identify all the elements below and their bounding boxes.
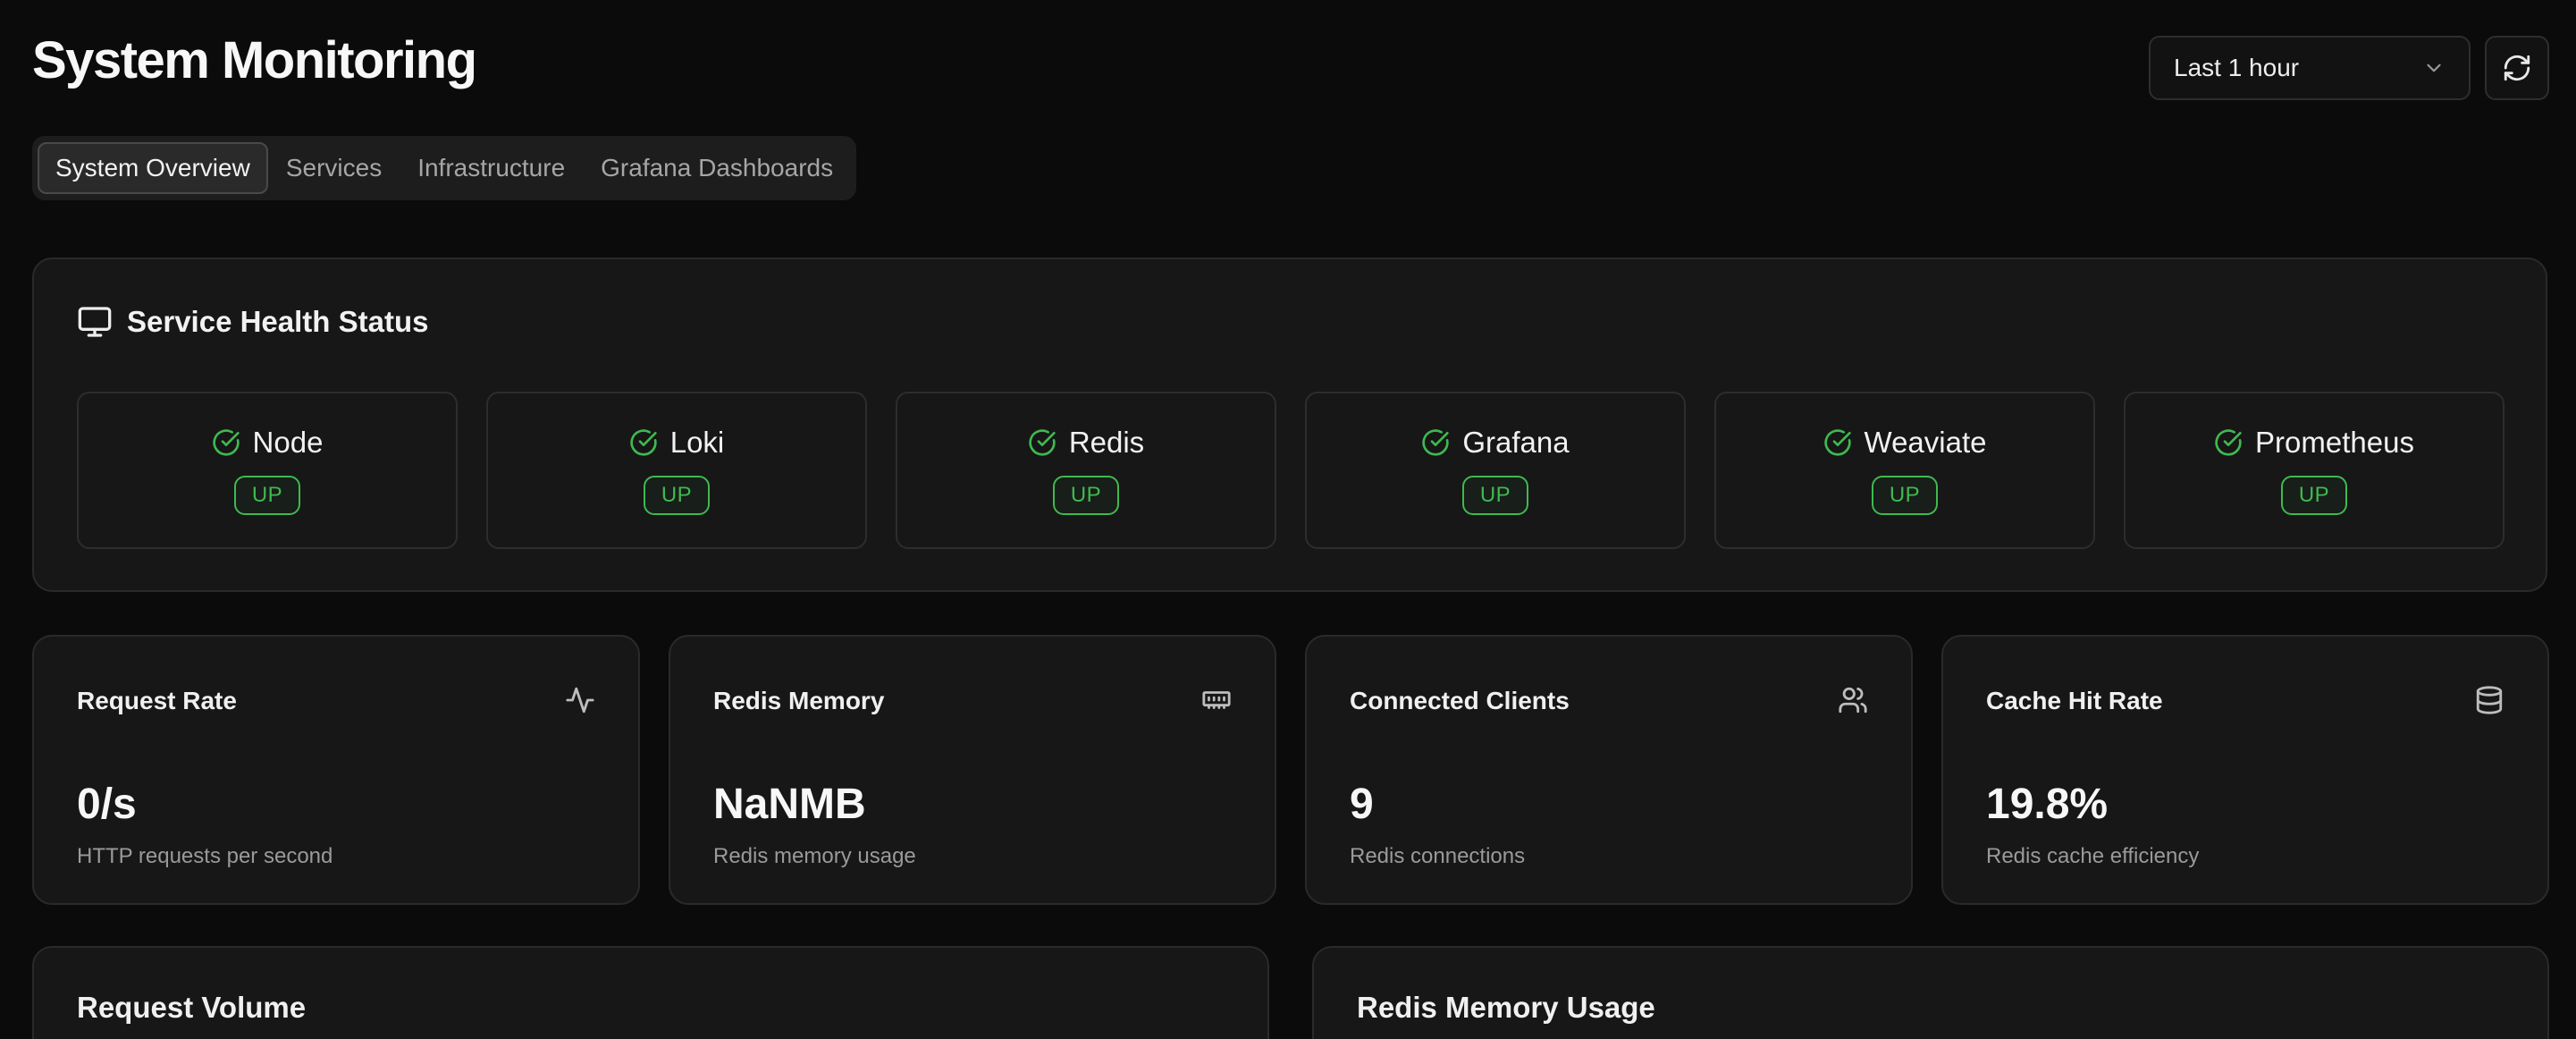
metric-card-connected-clients: Connected Clients 9 Redis connections — [1305, 635, 1913, 905]
service-name: Weaviate — [1864, 426, 1987, 459]
activity-icon — [566, 687, 594, 714]
tab-grafana-dashboards[interactable]: Grafana Dashboards — [583, 142, 851, 194]
check-circle-icon — [1029, 429, 1056, 456]
service-weaviate[interactable]: Weaviate UP — [1714, 392, 2095, 549]
metric-title: Redis Memory — [713, 687, 885, 714]
status-badge: UP — [1871, 476, 1939, 515]
metric-value: 0/s — [77, 781, 137, 828]
metric-card-request-rate: Request Rate 0/s HTTP requests per secon… — [32, 635, 640, 905]
service-name: Node — [252, 426, 324, 459]
service-grafana[interactable]: Grafana UP — [1305, 392, 1686, 549]
service-row: Grafana — [1421, 426, 1570, 460]
system-monitoring-page: System Monitoring Last 1 hour System Ove… — [0, 0, 2576, 1039]
redis-memory-usage-card: Redis Memory Usage — [1312, 946, 2549, 1039]
metric-card-cache-hit-rate: Cache Hit Rate 19.8% Redis cache efficie… — [1941, 635, 2549, 905]
service-name: Redis — [1068, 426, 1145, 459]
service-node[interactable]: Node UP — [77, 392, 458, 549]
tab-infrastructure[interactable]: Infrastructure — [400, 142, 583, 194]
tab-services[interactable]: Services — [268, 142, 400, 194]
service-loki[interactable]: Loki UP — [486, 392, 867, 549]
check-circle-icon — [1823, 429, 1851, 456]
service-row: Weaviate — [1823, 426, 1987, 460]
check-circle-icon — [212, 429, 240, 456]
status-badge: UP — [643, 476, 711, 515]
metric-title: Request Rate — [77, 687, 237, 714]
service-row: Loki — [629, 426, 725, 460]
service-row: Node — [212, 426, 324, 460]
chevron-down-icon — [2427, 63, 2441, 72]
refresh-icon — [2504, 55, 2530, 81]
metric-description: HTTP requests per second — [77, 844, 333, 868]
status-badge: UP — [1052, 476, 1120, 515]
request-volume-card: Request Volume — [32, 946, 1269, 1039]
check-circle-icon — [1422, 429, 1450, 456]
metric-title: Cache Hit Rate — [1986, 687, 2163, 714]
time-range-value: Last 1 hour — [2174, 54, 2300, 81]
metric-title: Connected Clients — [1350, 687, 1570, 714]
status-badge: UP — [1461, 476, 1529, 515]
time-range-select[interactable]: Last 1 hour — [2149, 36, 2471, 100]
metric-value: 19.8% — [1986, 781, 2109, 828]
database-icon — [2476, 686, 2503, 714]
check-circle-icon — [2215, 429, 2242, 456]
metric-value: 9 — [1350, 781, 1374, 828]
metric-card-redis-memory: Redis Memory NaNMB Redis memory usage — [669, 635, 1276, 905]
service-row: Redis — [1028, 426, 1144, 460]
metric-description: Redis cache efficiency — [1986, 844, 2200, 868]
service-row: Prometheus — [2214, 426, 2414, 460]
service-health-header: Service Health Status — [77, 304, 428, 340]
service-name: Prometheus — [2255, 426, 2414, 459]
metric-description: Redis connections — [1350, 844, 1526, 868]
chart-title: Redis Memory Usage — [1357, 991, 1655, 1024]
service-prometheus[interactable]: Prometheus UP — [2124, 392, 2504, 549]
metric-value: NaNMB — [713, 781, 866, 828]
service-name: Loki — [669, 426, 725, 459]
service-redis[interactable]: Redis UP — [896, 392, 1276, 549]
tab-system-overview[interactable]: System Overview — [38, 142, 268, 194]
tab-bar: System Overview Services Infrastructure … — [32, 136, 857, 200]
monitor-icon — [78, 307, 112, 337]
chart-title: Request Volume — [77, 991, 307, 1024]
check-circle-icon — [630, 429, 657, 456]
status-badge: UP — [2280, 476, 2348, 515]
page-title: System Monitoring — [32, 31, 477, 89]
service-name: Grafana — [1462, 426, 1570, 459]
memory-icon — [1202, 691, 1231, 709]
service-health-title: Service Health Status — [127, 305, 429, 338]
service-list: Node UP Loki UP Redis UP Grafana UP Weav… — [77, 392, 2504, 549]
refresh-button[interactable] — [2485, 36, 2549, 100]
users-icon — [1839, 687, 1867, 714]
status-badge: UP — [233, 476, 301, 515]
service-health-card: Service Health Status Node UP Loki UP Re… — [32, 258, 2547, 592]
metric-description: Redis memory usage — [713, 844, 916, 868]
